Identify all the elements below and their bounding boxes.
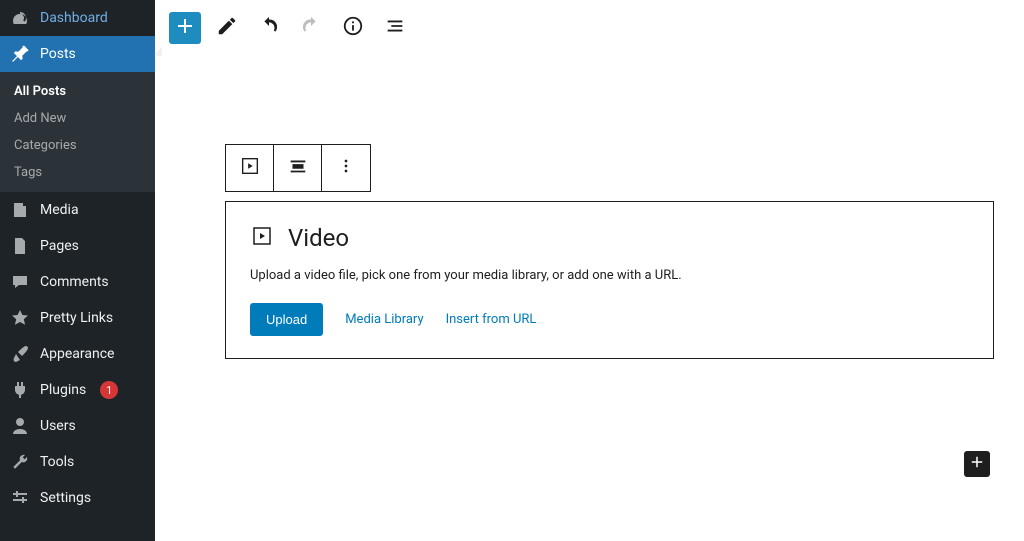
undo-icon [258, 15, 280, 41]
info-button[interactable] [337, 12, 369, 44]
sidebar-item-label: Posts [40, 46, 76, 62]
sidebar-item-label: Settings [40, 490, 91, 506]
sidebar-item-label: Comments [40, 274, 109, 290]
block-toolbar [225, 144, 371, 192]
editor-body: Video Upload a video file, pick one from… [155, 56, 1024, 541]
plus-icon [968, 453, 986, 475]
info-icon [342, 15, 364, 41]
redo-icon [300, 15, 322, 41]
sidebar-item-posts[interactable]: Posts [0, 36, 155, 72]
sidebar-item-label: Pretty Links [40, 310, 113, 326]
media-library-link[interactable]: Media Library [345, 312, 423, 327]
video-block-title: Video [288, 224, 349, 252]
plugins-badge: 1 [100, 381, 118, 399]
sidebar-item-media[interactable]: Media [0, 192, 155, 228]
wrench-icon [10, 452, 30, 472]
comments-icon [10, 272, 30, 292]
editor-toolbar [155, 0, 1024, 56]
admin-sidebar: Dashboard Posts All Posts Add New Catego… [0, 0, 155, 541]
user-icon [10, 416, 30, 436]
star-icon [10, 308, 30, 328]
sidebar-subitem-add-new[interactable]: Add New [0, 105, 155, 132]
plus-icon [173, 14, 197, 42]
sidebar-item-label: Appearance [40, 346, 114, 362]
pin-icon [10, 44, 30, 64]
sidebar-item-label: Users [40, 418, 76, 434]
sidebar-subitem-tags[interactable]: Tags [0, 159, 155, 186]
sidebar-item-appearance[interactable]: Appearance [0, 336, 155, 372]
undo-button[interactable] [253, 12, 285, 44]
sidebar-item-pretty-links[interactable]: Pretty Links [0, 300, 155, 336]
video-block-icon [239, 155, 261, 181]
edit-mode-button[interactable] [211, 12, 243, 44]
pencil-icon [216, 15, 238, 41]
plug-icon [10, 380, 30, 400]
sidebar-item-plugins[interactable]: Plugins 1 [0, 372, 155, 408]
upload-button[interactable]: Upload [250, 303, 323, 336]
sidebar-subitem-all-posts[interactable]: All Posts [0, 78, 155, 105]
add-block-button[interactable] [169, 12, 201, 44]
sidebar-item-tools[interactable]: Tools [0, 444, 155, 480]
sidebar-item-settings[interactable]: Settings [0, 480, 155, 516]
redo-button[interactable] [295, 12, 327, 44]
sidebar-item-pages[interactable]: Pages [0, 228, 155, 264]
sidebar-item-label: Plugins [40, 382, 86, 398]
sidebar-item-comments[interactable]: Comments [0, 264, 155, 300]
block-align-button[interactable] [274, 145, 322, 191]
editor: Video Upload a video file, pick one from… [155, 0, 1024, 541]
video-block-description: Upload a video file, pick one from your … [250, 268, 969, 283]
sidebar-item-label: Tools [40, 454, 74, 470]
brush-icon [10, 344, 30, 364]
video-icon [250, 224, 274, 252]
sidebar-subitem-categories[interactable]: Categories [0, 132, 155, 159]
sidebar-submenu-posts: All Posts Add New Categories Tags [0, 72, 155, 192]
align-icon [287, 155, 309, 181]
video-block-placeholder: Video Upload a video file, pick one from… [225, 201, 994, 359]
block-more-button[interactable] [322, 145, 370, 191]
more-vertical-icon [336, 156, 356, 180]
sidebar-item-label: Dashboard [40, 10, 108, 26]
block-type-button[interactable] [226, 145, 274, 191]
pages-icon [10, 236, 30, 256]
sidebar-item-label: Media [40, 202, 79, 218]
sidebar-item-dashboard[interactable]: Dashboard [0, 0, 155, 36]
dashboard-icon [10, 8, 30, 28]
sliders-icon [10, 488, 30, 508]
outline-button[interactable] [379, 12, 411, 44]
outline-icon [384, 15, 406, 41]
sidebar-item-users[interactable]: Users [0, 408, 155, 444]
insert-from-url-link[interactable]: Insert from URL [446, 312, 537, 327]
sidebar-item-label: Pages [40, 238, 79, 254]
add-block-fab[interactable] [964, 451, 990, 477]
media-icon [10, 200, 30, 220]
